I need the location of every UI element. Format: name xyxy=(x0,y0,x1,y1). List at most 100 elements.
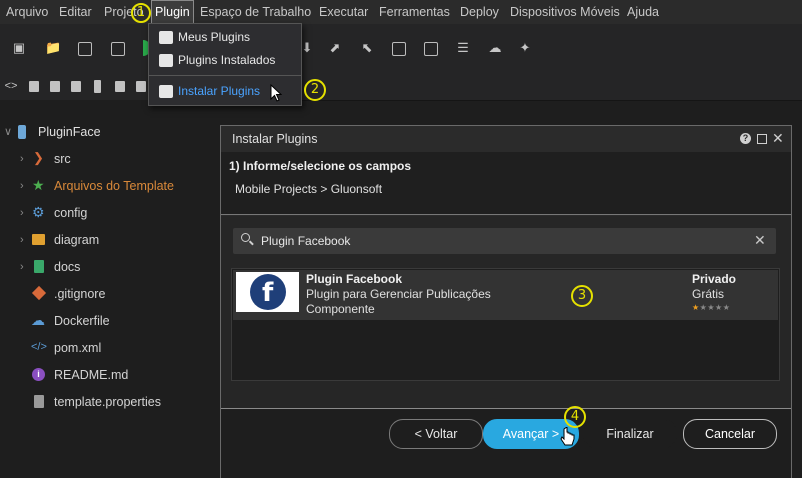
menu-item-label: Plugins Instalados xyxy=(178,53,276,67)
menu-item-meus-plugins[interactable]: Meus Plugins xyxy=(149,26,301,48)
search-box[interactable]: Plugin Facebook ✕ xyxy=(233,228,776,254)
download-icon[interactable]: ⬈ xyxy=(328,41,342,55)
back-button[interactable]: < Voltar xyxy=(389,419,483,449)
dialog-titlebar: Instalar Plugins ? ✕ xyxy=(221,126,791,152)
plugin-result-row[interactable]: f Plugin Facebook Plugin para Gerenciar … xyxy=(233,270,778,320)
chart-icon[interactable] xyxy=(50,81,60,92)
main-toolbar: ▣ 📁 ⬇ ⬈ ⬉ ☰ ☁ ✦ xyxy=(0,24,802,72)
plugin-description: Plugin para Gerenciar Publicações xyxy=(306,287,491,301)
plugin-thumbnail: f xyxy=(236,272,299,312)
menu-executar[interactable]: Executar xyxy=(319,0,368,24)
hand-cursor-icon xyxy=(560,427,575,446)
tree-item-label: Arquivos do Template xyxy=(54,179,174,193)
tree-item-label: src xyxy=(54,152,71,166)
dialog-body: Plugin Facebook ✕ f Plugin Facebook Plug… xyxy=(221,216,791,408)
chevron-right-icon[interactable]: › xyxy=(20,176,24,196)
book-icon xyxy=(34,260,44,273)
plugin-name: Plugin Facebook xyxy=(306,272,403,286)
code-icon[interactable]: <> xyxy=(4,79,18,93)
search-input[interactable]: Plugin Facebook xyxy=(261,234,350,248)
menu-arquivo[interactable]: Arquivo xyxy=(6,0,48,24)
project-tree: ∨ PluginFace › ❯ src › ★ Arquivos do Tem… xyxy=(0,100,220,476)
build-icon[interactable]: ⬇ xyxy=(300,41,314,55)
tree-item-label: pom.xml xyxy=(54,341,102,355)
chevron-down-icon[interactable]: ∨ xyxy=(4,122,12,142)
menu-ajuda[interactable]: Ajuda xyxy=(627,0,659,24)
puzzle-icon xyxy=(159,31,173,44)
clear-search-icon[interactable]: ✕ xyxy=(754,231,766,249)
tree-root-label: PluginFace xyxy=(38,125,101,139)
menu-plugin[interactable]: Plugin xyxy=(151,0,194,24)
menu-espaco-de-trabalho[interactable]: Espaço de Trabalho xyxy=(200,0,311,24)
menu-ferramentas[interactable]: Ferramentas xyxy=(379,0,450,24)
menu-item-label: Meus Plugins xyxy=(178,30,251,44)
help-icon[interactable]: ? xyxy=(740,133,751,144)
menu-item-label: Instalar Plugins xyxy=(178,84,261,98)
css3-icon[interactable] xyxy=(136,81,146,92)
close-icon[interactable]: ✕ xyxy=(772,130,784,146)
results-list: f Plugin Facebook Plugin para Gerenciar … xyxy=(231,268,780,381)
callout-2: 2 xyxy=(304,79,326,101)
menu-bar: Arquivo Editar Projeto Plugin Espaço de … xyxy=(0,0,802,24)
tree-item-label: README.md xyxy=(54,368,129,382)
properties-file-icon xyxy=(34,395,44,408)
puzzle-icon xyxy=(159,54,173,67)
menu-item-plugins-instalados[interactable]: Plugins Instalados xyxy=(149,49,301,71)
star-empty-icon: ★ xyxy=(715,303,723,312)
callout-4: 4 xyxy=(564,406,586,428)
cloud-icon[interactable]: ☁ xyxy=(488,41,502,55)
new-project-icon[interactable]: ▣ xyxy=(12,41,26,55)
info-icon: i xyxy=(32,368,45,381)
star-empty-icon: ★ xyxy=(707,303,715,312)
save-all-icon[interactable] xyxy=(111,42,125,56)
git-icon xyxy=(31,285,47,301)
callout-1: 1 xyxy=(131,3,151,23)
xml-icon: </> xyxy=(31,341,47,353)
dialog-header: 1) Informe/selecione os campos Mobile Pr… xyxy=(221,152,791,215)
mobile-project-icon xyxy=(18,125,26,139)
dialog-footer: < Voltar Avançar > Finalizar Cancelar xyxy=(221,408,791,478)
plugin-rating: ★★★★★ xyxy=(692,303,730,312)
terminal-icon[interactable] xyxy=(392,42,406,56)
menu-deploy[interactable]: Deploy xyxy=(460,0,499,24)
chevron-right-icon[interactable]: › xyxy=(20,230,24,250)
step-title: 1) Informe/selecione os campos xyxy=(229,159,412,173)
chevron-right-icon[interactable]: › xyxy=(20,257,24,277)
dialog-title: Instalar Plugins xyxy=(232,132,318,146)
secondary-toolbar: <> xyxy=(0,72,802,101)
tree-item-label: .gitignore xyxy=(54,287,106,301)
chevron-right-icon[interactable]: › xyxy=(20,203,24,223)
html5-icon[interactable] xyxy=(115,81,125,92)
menu-divider xyxy=(149,75,301,76)
database-icon[interactable]: ☰ xyxy=(456,41,470,55)
maximize-icon[interactable] xyxy=(757,134,767,144)
star-icon: ★ xyxy=(32,177,45,193)
install-plugins-dialog: Instalar Plugins ? ✕ 1) Informe/selecion… xyxy=(220,125,792,478)
cancel-button[interactable]: Cancelar xyxy=(683,419,777,449)
menu-editar[interactable]: Editar xyxy=(59,0,92,24)
tree-item-label: template.properties xyxy=(54,395,162,409)
search-files-icon[interactable] xyxy=(424,42,438,56)
finish-button[interactable]: Finalizar xyxy=(583,419,677,449)
magic-wand-icon[interactable]: ✦ xyxy=(518,41,532,55)
tree-item-label: diagram xyxy=(54,233,100,247)
open-folder-icon[interactable]: 📁 xyxy=(45,41,61,55)
arrow-cursor-icon xyxy=(270,84,282,102)
menu-dispositivos-moveis[interactable]: Dispositivos Móveis xyxy=(510,0,620,24)
search-icon-handle xyxy=(249,240,254,246)
chevron-right-icon[interactable]: › xyxy=(20,149,24,169)
file-icon[interactable] xyxy=(29,81,39,92)
star-filled-icon: ★ xyxy=(692,303,700,312)
tree-item-label: docs xyxy=(54,260,81,274)
callout-3: 3 xyxy=(571,285,593,307)
tree-item-label: config xyxy=(54,206,88,220)
puzzle-download-icon xyxy=(159,85,173,98)
cloud-icon: ☁ xyxy=(31,312,45,328)
hierarchy-icon xyxy=(32,234,45,245)
breadcrumb: Mobile Projects > Gluonsoft xyxy=(235,182,383,196)
hierarchy-icon[interactable] xyxy=(71,81,81,92)
save-icon[interactable] xyxy=(78,42,92,56)
mobile-icon[interactable] xyxy=(94,80,101,93)
upload-icon[interactable]: ⬉ xyxy=(360,41,374,55)
star-empty-icon: ★ xyxy=(699,303,707,312)
